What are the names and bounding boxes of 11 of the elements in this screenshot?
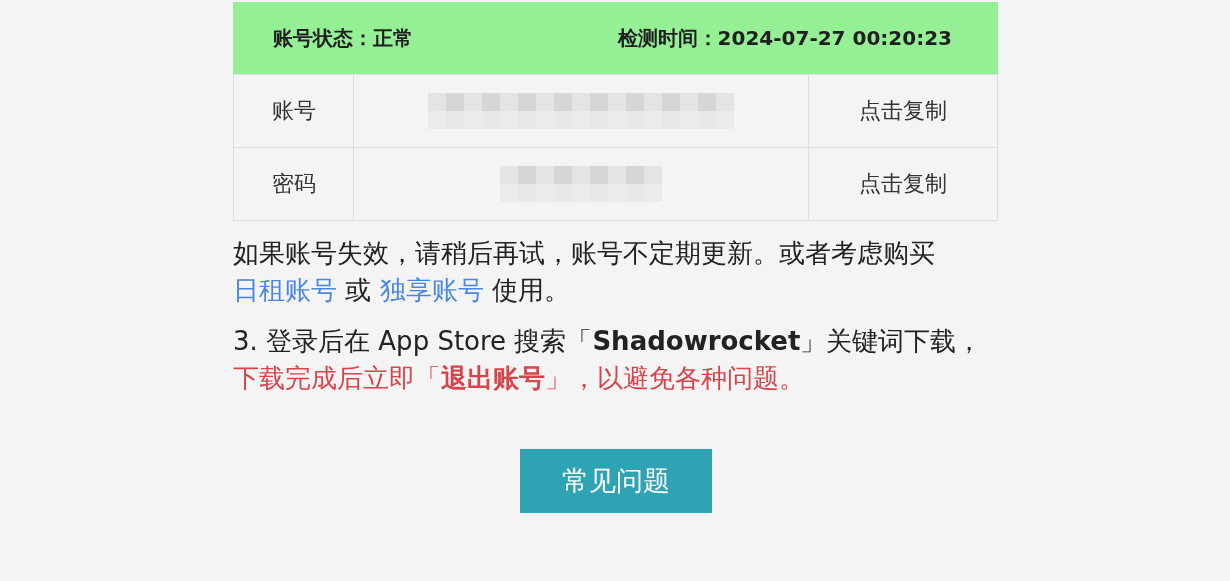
account-link[interactable]: 日租账号 xyxy=(233,275,337,305)
note-paragraph: 3. 登录后在 App Store 搜索「Shadowrocket」关键词下载， 下载完成后立即「退出账号」，以避免各种问题。 xyxy=(233,325,984,395)
account-status: 账号状态：正常 xyxy=(273,24,413,52)
note-paragraph: 如果账号失效，请稍后再试，账号不定期更新。或者考虑购买 日租账号 或 独享账号 使用。 xyxy=(233,237,936,307)
copy-link[interactable]: 点击复制 xyxy=(859,169,947,199)
table-cell: 密码 xyxy=(234,148,354,221)
faq-button[interactable]: 常见问题 xyxy=(519,449,712,513)
copy-link[interactable]: 点击复制 xyxy=(859,96,947,126)
check-time: 检测时间：2024-07-27 00:20:23 xyxy=(617,24,952,52)
account-link[interactable]: 独享账号 xyxy=(379,275,484,305)
table-cell: 账号 xyxy=(234,75,354,148)
